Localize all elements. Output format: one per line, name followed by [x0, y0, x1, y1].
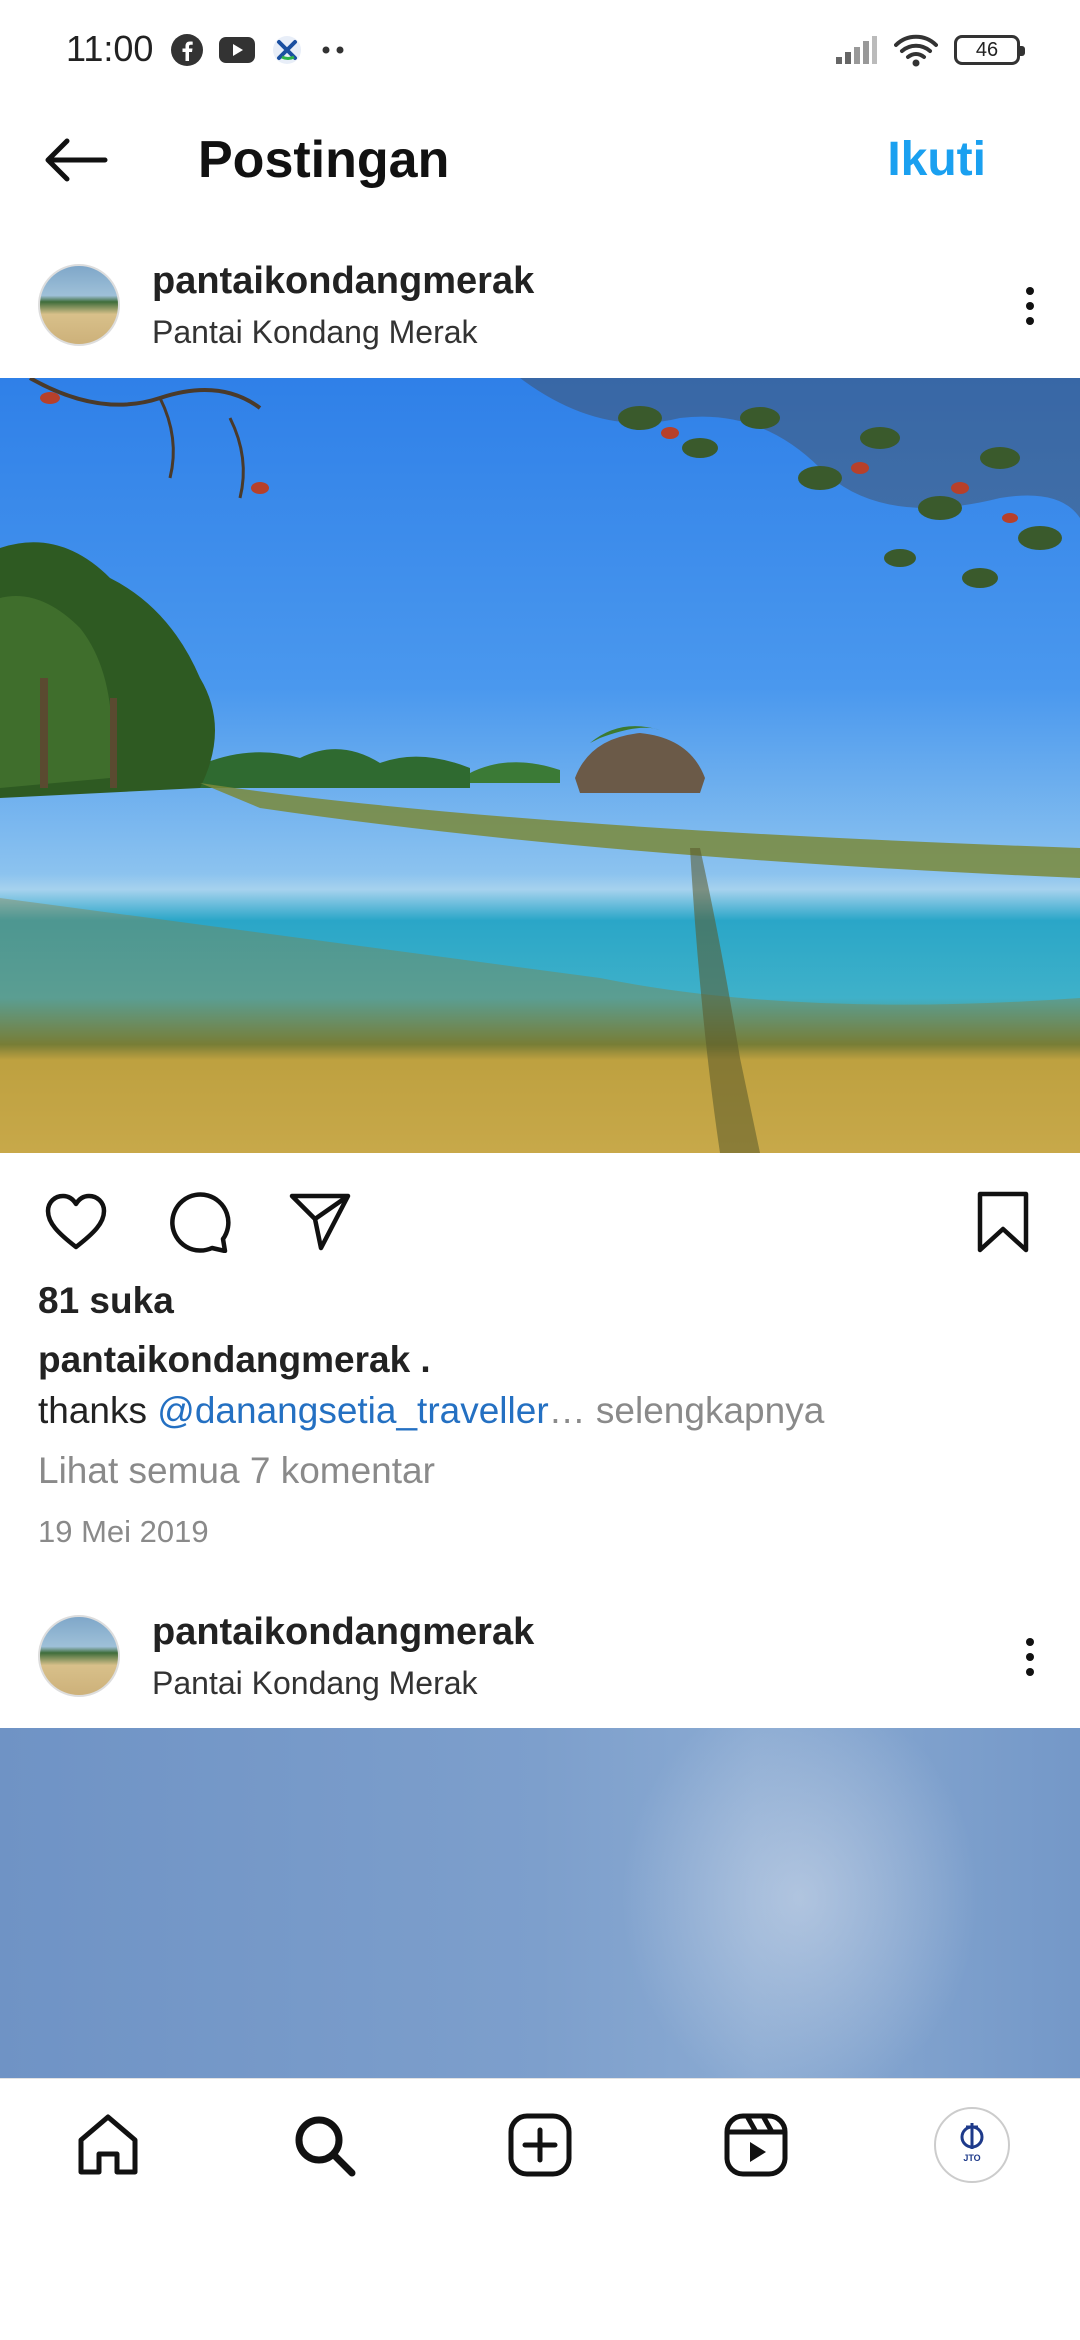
more-dots-icon [322, 46, 344, 54]
comment-button[interactable] [164, 1186, 236, 1258]
post-date: 19 Mei 2019 [38, 1514, 209, 1549]
post-username[interactable]: pantaikondangmerak [152, 260, 534, 303]
post-username[interactable]: pantaikondangmerak [152, 1611, 534, 1654]
carrier-icon [273, 36, 301, 64]
caption-username[interactable]: pantaikondangmerak . [38, 1339, 431, 1381]
more-dot [1026, 1638, 1034, 1646]
more-dot [1026, 287, 1034, 295]
heart-icon [45, 1193, 107, 1250]
more-dot [1026, 1653, 1034, 1661]
profile-logo-text: JTO [963, 2153, 980, 2163]
nav-search[interactable] [288, 2109, 360, 2181]
page-title: Postingan [198, 131, 450, 189]
caption-text: thanks @danangsetia_traveller… selengkap… [38, 1390, 824, 1432]
youtube-icon [219, 37, 255, 63]
status-bar: 11:00 46 [0, 0, 1080, 100]
bottom-nav: JTO [0, 2078, 1080, 2208]
post-actions [0, 1180, 1080, 1260]
read-more-link[interactable]: … selengkapnya [549, 1390, 825, 1431]
comment-icon [170, 1192, 231, 1253]
nav-create[interactable] [504, 2109, 576, 2181]
nav-home[interactable] [72, 2109, 144, 2181]
caption-mention[interactable]: @danangsetia_traveller [157, 1390, 548, 1431]
home-icon [78, 2114, 138, 2175]
battery-icon: 46 [954, 35, 1025, 65]
post-location[interactable]: Pantai Kondang Merak [152, 1665, 478, 1702]
back-arrow-icon [45, 138, 108, 182]
avatar[interactable] [38, 264, 120, 346]
bookmark-icon [977, 1191, 1029, 1253]
follow-button[interactable]: Ikuti [887, 132, 986, 188]
more-options-button[interactable] [1000, 276, 1060, 336]
signal-icon [836, 36, 877, 64]
post-image[interactable] [0, 1728, 1080, 2078]
system-nav-bar [0, 2208, 1080, 2340]
post-header: pantaikondangmerak Pantai Kondang Merak [0, 246, 1080, 366]
profile-avatar[interactable]: JTO [934, 2107, 1010, 2183]
more-dot [1026, 317, 1034, 325]
view-comments-link[interactable]: Lihat semua 7 komentar [38, 1450, 435, 1492]
post-header: pantaikondangmerak Pantai Kondang Merak [0, 1597, 1080, 1717]
back-button[interactable] [40, 130, 112, 190]
search-icon [295, 2116, 356, 2177]
facebook-icon [171, 34, 203, 66]
battery-level: 46 [975, 38, 999, 61]
like-count[interactable]: 81 suka [38, 1280, 174, 1322]
beach-scene [0, 378, 1080, 1153]
status-icons-left [170, 30, 348, 70]
avatar[interactable] [38, 1615, 120, 1697]
caption-prefix: thanks [38, 1390, 158, 1431]
more-options-button[interactable] [1000, 1627, 1060, 1687]
reels-icon [724, 2113, 788, 2177]
profile-logo-icon: JTO [943, 2116, 1001, 2174]
post-location[interactable]: Pantai Kondang Merak [152, 314, 478, 351]
like-button[interactable] [40, 1186, 112, 1258]
status-icons-right: 46 [834, 28, 1025, 72]
add-post-icon [508, 2113, 572, 2177]
post-image[interactable] [0, 378, 1080, 1153]
save-button[interactable] [967, 1186, 1039, 1258]
nav-reels[interactable] [720, 2109, 792, 2181]
wifi-icon [894, 34, 938, 67]
share-button[interactable] [284, 1186, 356, 1258]
more-dot [1026, 302, 1034, 310]
status-time: 11:00 [66, 28, 154, 69]
share-icon [289, 1193, 351, 1251]
top-header: Postingan Ikuti [0, 110, 1080, 210]
more-dot [1026, 1668, 1034, 1676]
